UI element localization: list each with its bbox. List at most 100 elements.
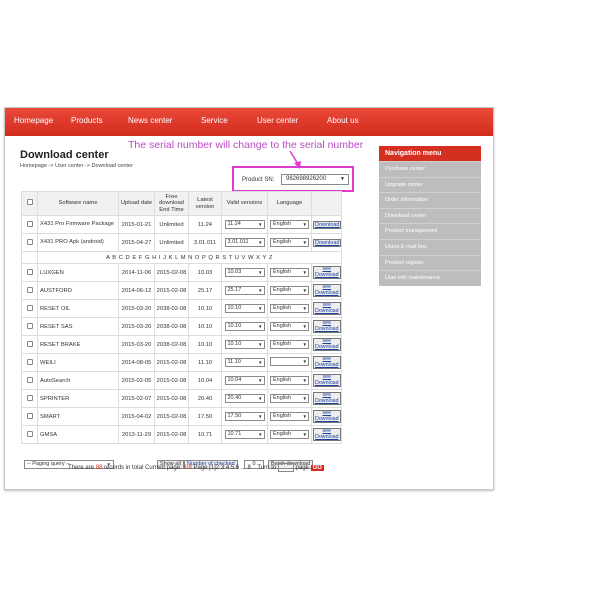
total-records: 88 xyxy=(95,465,103,472)
upload-date: 2014-08-05 xyxy=(118,353,155,372)
page-links[interactable]: [1]2 3 4 5 6 ... 8 xyxy=(209,465,251,471)
language-select[interactable]: English ▼ xyxy=(270,322,309,331)
table-header-row: Software name Upload date Free download … xyxy=(21,191,342,216)
alphabet-empty-cell xyxy=(21,251,38,264)
valid-version-select[interactable]: 10.71 ▼ xyxy=(224,430,265,439)
sidebar-item-product-management[interactable]: Product management xyxy=(379,223,481,239)
row-checkbox[interactable] xyxy=(26,220,33,227)
language-select[interactable]: ▼ xyxy=(270,357,309,366)
alphabet-filter[interactable]: A B C D E F G H I J K L M N O P Q R S T … xyxy=(37,251,342,264)
see-download-button[interactable]: see Download xyxy=(313,302,341,315)
nav-news-center[interactable]: News center xyxy=(128,116,172,125)
free-download-end-time: Unlimited xyxy=(154,215,189,234)
language-value: English xyxy=(273,395,292,401)
checkbox-cell xyxy=(21,317,38,336)
chevron-down-icon: ▼ xyxy=(258,414,263,419)
sidebar-item-product-register[interactable]: Product register xyxy=(379,254,481,271)
see-download-button[interactable]: see Download xyxy=(313,428,341,441)
language-select[interactable]: English ▼ xyxy=(270,394,309,403)
valid-versions-cell: 25.17 ▼ xyxy=(221,281,268,300)
valid-version-select[interactable]: 10.10 ▼ xyxy=(224,340,265,349)
action-cell: Download xyxy=(311,215,342,234)
nav-about-us[interactable]: About us xyxy=(327,116,359,125)
free-download-end-time: 2015-02-08 xyxy=(154,389,189,408)
product-sn-value: 982698926200 xyxy=(286,176,327,182)
chevron-down-icon: ▼ xyxy=(258,378,263,383)
nav-user-center[interactable]: User center xyxy=(257,116,298,125)
turn-to-page-input[interactable] xyxy=(277,463,294,472)
language-select[interactable]: English ▼ xyxy=(270,286,309,295)
valid-version-select[interactable]: 17.50 ▼ xyxy=(224,412,265,421)
valid-version-select[interactable]: 20.40 ▼ xyxy=(224,394,265,403)
language-cell: English ▼ xyxy=(267,281,312,300)
sidebar-item-users-e-mail-box[interactable]: Users E-mail box xyxy=(379,238,481,255)
see-download-button[interactable]: see Download xyxy=(313,284,341,297)
row-checkbox[interactable] xyxy=(26,304,33,311)
valid-version-select[interactable]: 3.01.011 ▼ xyxy=(224,238,265,247)
header-valid-versions: Valid versions xyxy=(221,191,268,216)
sidebar-item-purchase-center[interactable]: Purchase center xyxy=(379,161,481,177)
language-select[interactable]: English ▼ xyxy=(270,238,309,247)
action-cell: see Download xyxy=(311,263,342,282)
latest-version: 10.71 xyxy=(188,425,222,444)
row-checkbox[interactable] xyxy=(26,412,33,419)
see-download-button[interactable]: see Download xyxy=(313,410,341,423)
sidebar-item-download-center[interactable]: Download center xyxy=(379,207,481,224)
row-checkbox[interactable] xyxy=(26,286,33,293)
action-cell: see Download xyxy=(311,299,342,318)
valid-version-value: 3.01.011 xyxy=(227,239,249,245)
valid-version-select[interactable]: 10.10 ▼ xyxy=(224,322,265,331)
valid-version-select[interactable]: 10.10 ▼ xyxy=(224,304,265,313)
row-checkbox[interactable] xyxy=(26,394,33,401)
download-label: Download xyxy=(315,289,339,296)
latest-version: 10.03 xyxy=(188,263,222,282)
valid-version-select[interactable]: 11.10 ▼ xyxy=(224,358,265,367)
top-navigation-bar: Homepage Products News center Service Us… xyxy=(5,108,493,136)
sidebar-item-order-information[interactable]: Order information xyxy=(379,192,481,208)
sidebar-item-user-info-maintenance[interactable]: User info maintenance xyxy=(379,270,481,286)
nav-products[interactable]: Products xyxy=(71,116,103,125)
chevron-down-icon: ▼ xyxy=(302,306,307,311)
select-all-checkbox[interactable] xyxy=(26,199,33,206)
see-download-button[interactable]: see Download xyxy=(313,356,341,369)
language-select[interactable]: English ▼ xyxy=(270,430,309,439)
see-download-button[interactable]: see Download xyxy=(313,392,341,405)
language-select[interactable]: English ▼ xyxy=(270,412,309,421)
row-checkbox[interactable] xyxy=(26,268,33,275)
row-checkbox[interactable] xyxy=(26,322,33,329)
free-download-end-time: 2015-02-08 xyxy=(154,281,189,300)
valid-version-select[interactable]: 11.24 ▼ xyxy=(224,220,265,229)
upload-date: 2014-06-12 xyxy=(118,281,155,300)
row-checkbox[interactable] xyxy=(26,376,33,383)
language-select[interactable]: English ▼ xyxy=(270,304,309,313)
sidebar-item-upgrade-center[interactable]: Upgrade center xyxy=(379,176,481,193)
checkbox-cell xyxy=(21,299,38,318)
download-button[interactable]: Download xyxy=(313,220,341,229)
product-sn-select[interactable]: 982698926200 ▼ xyxy=(281,174,349,185)
valid-version-select[interactable]: 10.04 ▼ xyxy=(224,376,265,385)
see-download-button[interactable]: see Download xyxy=(313,374,341,387)
row-checkbox[interactable] xyxy=(26,358,33,365)
software-name: LUXGEN xyxy=(37,263,119,282)
see-download-button[interactable]: see Download xyxy=(313,320,341,333)
row-checkbox[interactable] xyxy=(26,238,33,245)
language-select[interactable]: English ▼ xyxy=(270,340,309,349)
download-button[interactable]: Download xyxy=(313,238,341,247)
nav-homepage[interactable]: Homepage xyxy=(14,116,53,125)
header-action xyxy=(311,191,342,216)
go-button[interactable]: GO xyxy=(310,464,324,471)
language-select[interactable]: English ▼ xyxy=(270,268,309,277)
valid-version-select[interactable]: 10.03 ▼ xyxy=(224,268,265,277)
row-checkbox[interactable] xyxy=(26,340,33,347)
see-download-button[interactable]: see Download xyxy=(313,266,341,279)
row-checkbox[interactable] xyxy=(26,430,33,437)
nav-service[interactable]: Service xyxy=(201,116,228,125)
valid-versions-cell: 3.01.011 ▼ xyxy=(221,233,268,252)
see-download-button[interactable]: see Download xyxy=(313,338,341,351)
language-select[interactable]: English ▼ xyxy=(270,376,309,385)
language-cell: English ▼ xyxy=(267,407,312,426)
language-select[interactable]: English ▼ xyxy=(270,220,309,229)
valid-version-select[interactable]: 25.17 ▼ xyxy=(224,286,265,295)
current-page: 1/8 xyxy=(183,465,192,472)
software-name: SMART xyxy=(37,407,119,426)
